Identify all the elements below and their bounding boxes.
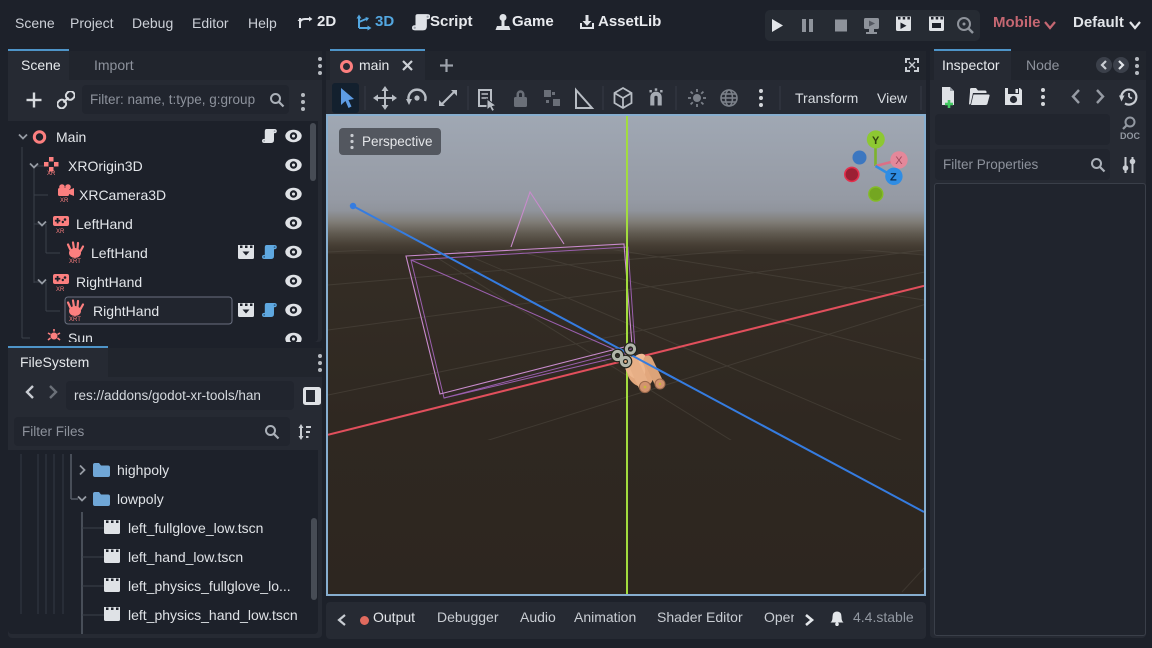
svg-text:XRT: XRT (69, 317, 81, 323)
svg-text:LeftHand: LeftHand (76, 216, 133, 232)
svg-text:XR: XR (56, 229, 65, 235)
svg-text:lowpoly: lowpoly (117, 491, 164, 507)
svg-text:Main: Main (56, 129, 86, 145)
svg-text:left_fullglove_low.tscn: left_fullglove_low.tscn (128, 520, 263, 536)
svg-text:Z: Z (890, 172, 897, 184)
svg-text:left_physics_fullglove_lo...: left_physics_fullglove_lo... (128, 578, 291, 594)
svg-text:X: X (895, 155, 903, 167)
svg-text:left_hand_low.tscn: left_hand_low.tscn (128, 549, 243, 565)
svg-text:XR: XR (60, 198, 69, 204)
svg-text:Y: Y (872, 135, 880, 147)
svg-text:RightHand: RightHand (76, 274, 142, 290)
svg-text:XRT: XRT (69, 259, 81, 265)
svg-text:XR: XR (56, 287, 65, 293)
svg-text:XR: XR (47, 171, 56, 177)
svg-text:highpoly: highpoly (117, 462, 169, 478)
svg-text:Transform: Transform (795, 90, 858, 106)
svg-text:DOC: DOC (1120, 131, 1140, 141)
svg-text:Perspective: Perspective (362, 134, 433, 149)
svg-text:View: View (877, 90, 908, 106)
svg-text:LeftHand: LeftHand (91, 245, 148, 261)
svg-text:left_physics_hand_low.tscn: left_physics_hand_low.tscn (128, 607, 298, 623)
svg-text:XROrigin3D: XROrigin3D (68, 158, 143, 174)
svg-text:XRCamera3D: XRCamera3D (79, 187, 166, 203)
svg-text:Sun: Sun (68, 330, 93, 342)
svg-text:RightHand: RightHand (93, 303, 159, 319)
